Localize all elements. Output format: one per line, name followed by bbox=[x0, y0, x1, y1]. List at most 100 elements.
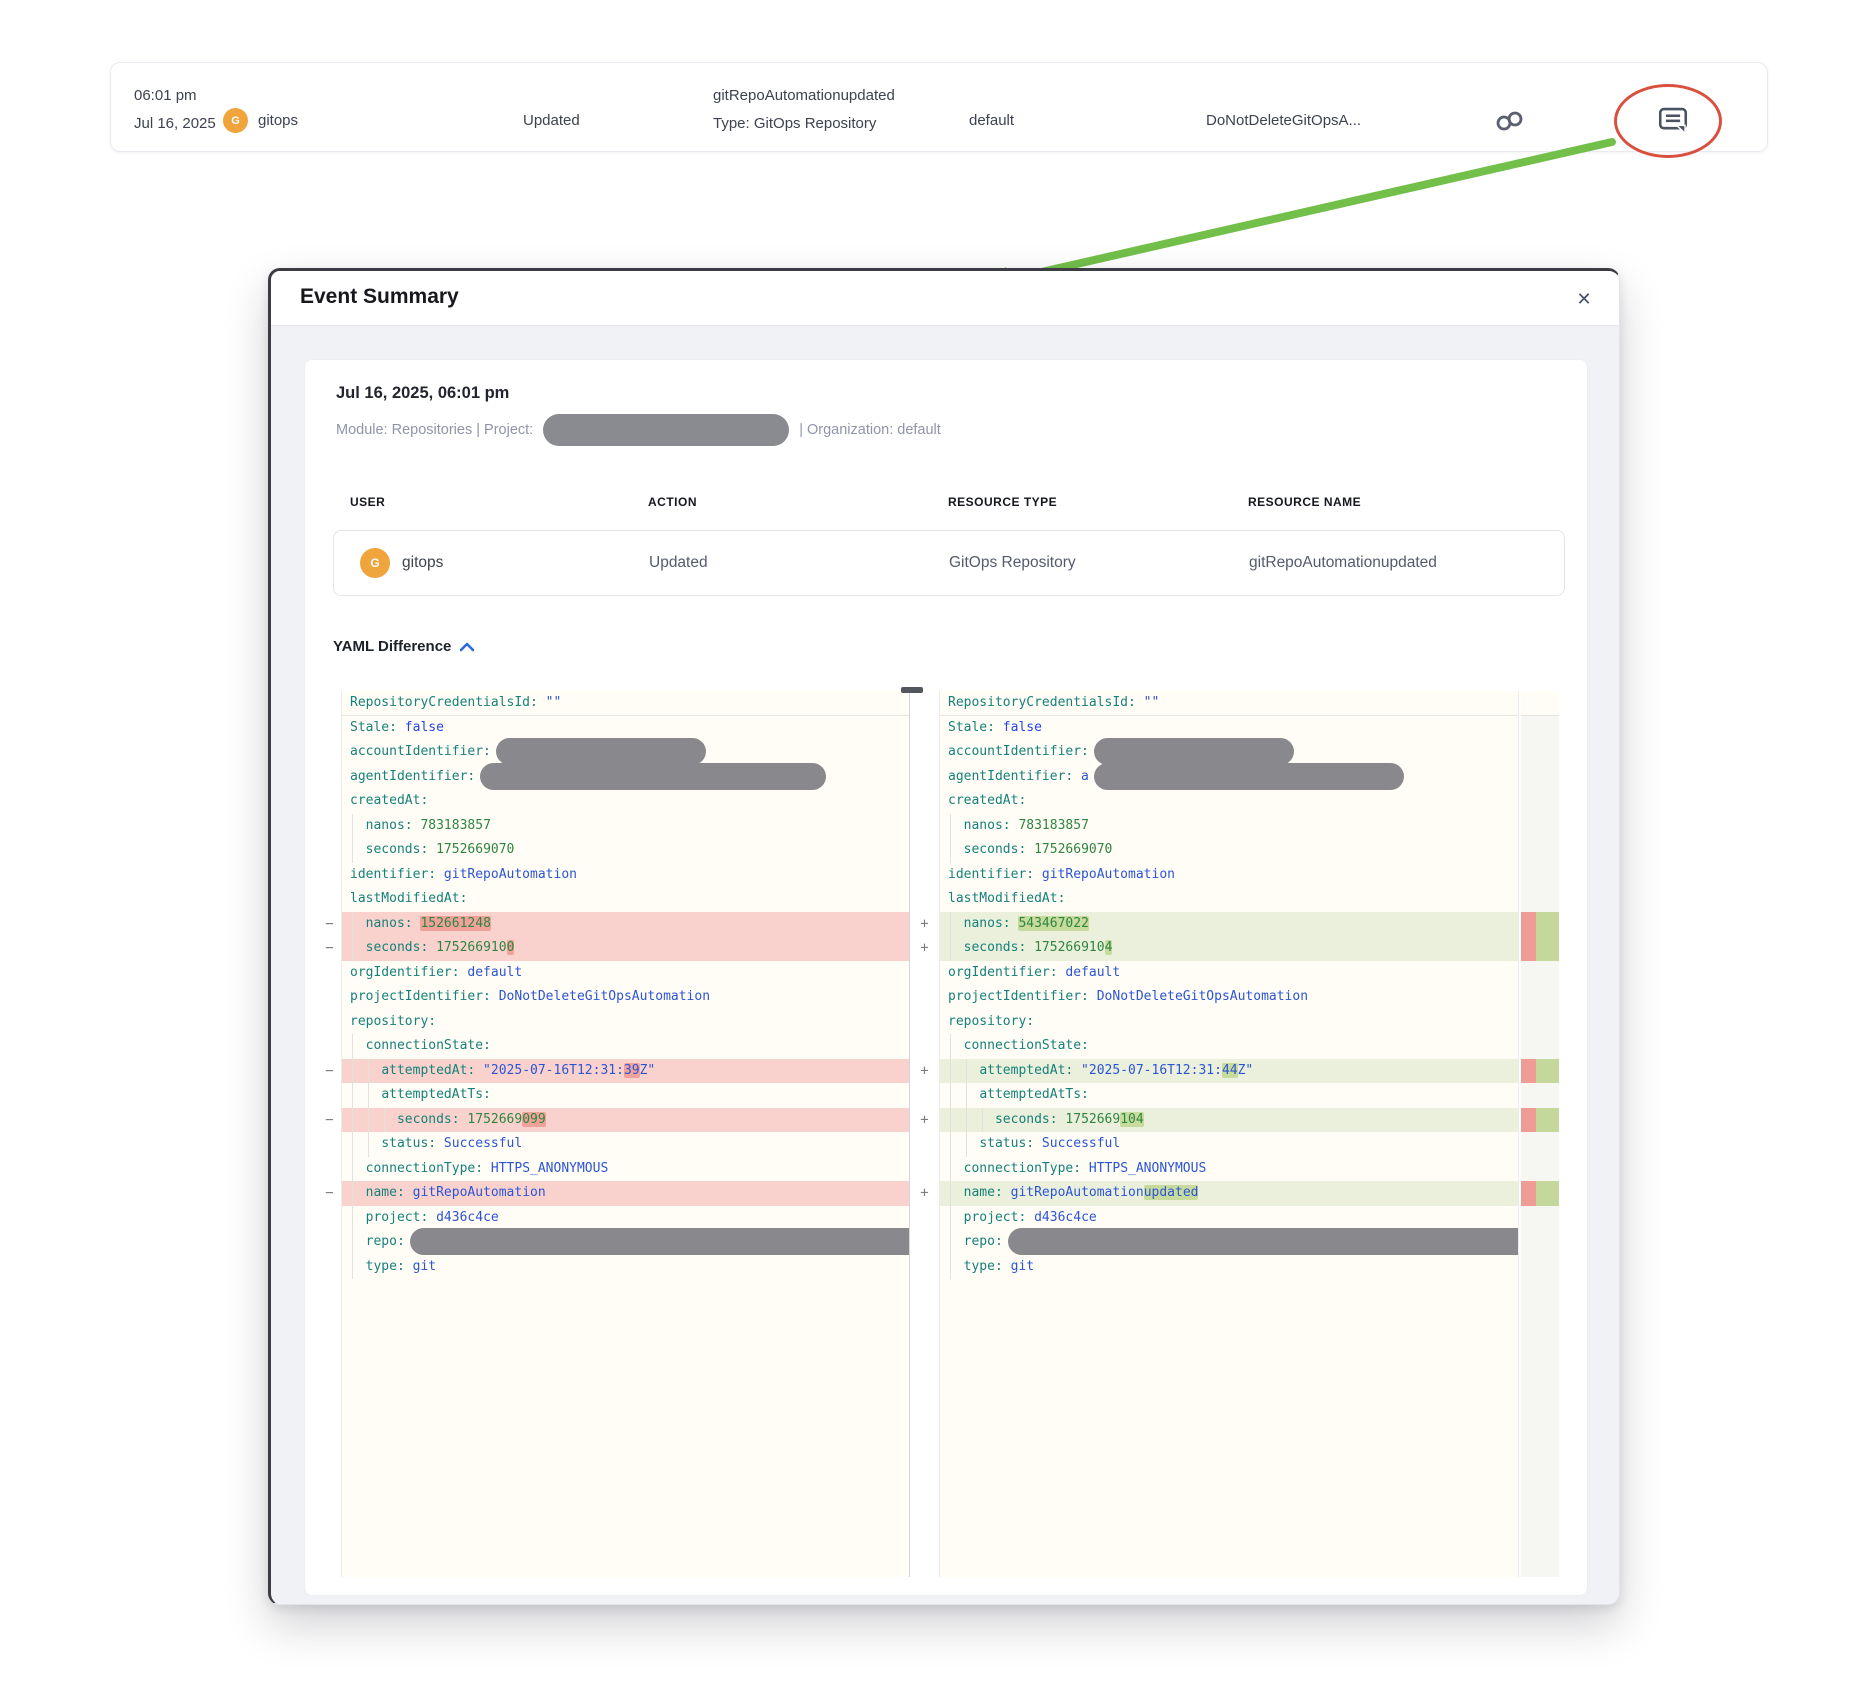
diff-line-left-17: attemptedAtTs: bbox=[342, 1083, 909, 1108]
diff-gutter-right: +++++ bbox=[910, 691, 939, 1577]
event-summary-modal: Event Summary ✕ Jul 16, 2025, 06:01 pm M… bbox=[268, 268, 1620, 1605]
yaml-difference-label: YAML Difference bbox=[333, 638, 451, 655]
minimap-removed-mark bbox=[1521, 1059, 1536, 1084]
indent-guide bbox=[950, 814, 951, 863]
event-meta-organization: | Organization: default bbox=[799, 422, 941, 438]
diff-line-right-21: name: gitRepoAutomationupdated bbox=[940, 1181, 1518, 1206]
minimap-added-mark bbox=[1536, 1108, 1559, 1133]
yaml-difference-toggle[interactable]: YAML Difference bbox=[333, 638, 475, 655]
resource-type-label: Type: GitOps Repository bbox=[713, 115, 876, 132]
diff-gutter-left: −−−−− bbox=[318, 691, 341, 1577]
diff-line-right-2: Stale: false bbox=[940, 716, 1518, 741]
removed-line-marker: − bbox=[318, 936, 341, 961]
diff-line-left-24: type: git bbox=[342, 1255, 909, 1280]
diff-line-left-1: RepositoryCredentialsId: "" bbox=[342, 691, 909, 716]
minimap-removed-mark bbox=[1521, 1108, 1536, 1133]
annotation-red-circle bbox=[1614, 84, 1722, 158]
redacted-value bbox=[410, 1228, 910, 1255]
close-icon[interactable]: ✕ bbox=[1571, 286, 1597, 312]
redacted-project-value bbox=[543, 414, 789, 446]
diff-line-right-19: status: Successful bbox=[940, 1132, 1518, 1157]
link-icon[interactable] bbox=[1494, 108, 1526, 134]
diff-minimap[interactable] bbox=[1521, 691, 1559, 1577]
diff-line-left-10: nanos: 152661248 bbox=[342, 912, 909, 937]
diff-line-right-24: type: git bbox=[940, 1255, 1518, 1280]
diff-line-left-6: nanos: 783183857 bbox=[342, 814, 909, 839]
diff-line-right-4: agentIdentifier: a bbox=[940, 765, 1518, 790]
removed-line-marker: − bbox=[318, 1181, 341, 1206]
diff-line-left-4: agentIdentifier: bbox=[342, 765, 909, 790]
diff-line-left-18: seconds: 1752669099 bbox=[342, 1108, 909, 1133]
redacted-value bbox=[1008, 1228, 1519, 1255]
added-line-marker: + bbox=[910, 1108, 939, 1133]
removed-line-marker: − bbox=[318, 912, 341, 937]
indent-guide bbox=[384, 1108, 385, 1133]
added-line-marker: + bbox=[910, 1181, 939, 1206]
user-name: gitops bbox=[258, 112, 298, 129]
modal-title: Event Summary bbox=[300, 285, 459, 309]
diff-line-left-8: identifier: gitRepoAutomation bbox=[342, 863, 909, 888]
indent-guide bbox=[352, 912, 353, 961]
diff-line-right-6: nanos: 783183857 bbox=[940, 814, 1518, 839]
diff-line-right-3: accountIdentifier: bbox=[940, 740, 1518, 765]
diff-line-left-16: attemptedAt: "2025-07-16T12:31:39Z" bbox=[342, 1059, 909, 1084]
modal-body: Jul 16, 2025, 06:01 pm Module: Repositor… bbox=[271, 326, 1619, 1604]
diff-line-right-8: identifier: gitRepoAutomation bbox=[940, 863, 1518, 888]
avatar-initial: G bbox=[231, 115, 240, 127]
indent-guide bbox=[950, 912, 951, 961]
diff-pane-left[interactable]: RepositoryCredentialsId: ""Stale: falsea… bbox=[341, 691, 910, 1577]
pane-resize-handle[interactable] bbox=[901, 687, 923, 693]
resource-link[interactable]: gitRepoAutomationupdated bbox=[713, 87, 895, 104]
event-time: 06:01 pm bbox=[134, 87, 197, 104]
added-line-marker: + bbox=[910, 912, 939, 937]
diff-pane-right[interactable]: RepositoryCredentialsId: ""Stale: falsea… bbox=[939, 691, 1519, 1577]
audit-log-row[interactable]: 06:01 pm Jul 16, 2025 G gitops Updated g… bbox=[110, 62, 1768, 152]
event-card: Jul 16, 2025, 06:01 pm Module: Repositor… bbox=[304, 359, 1588, 1596]
diff-line-right-16: attemptedAt: "2025-07-16T12:31:44Z" bbox=[940, 1059, 1518, 1084]
indent-guide bbox=[966, 1059, 967, 1157]
redacted-value bbox=[496, 738, 706, 765]
diff-line-right-7: seconds: 1752669070 bbox=[940, 838, 1518, 863]
indent-guide bbox=[368, 1059, 369, 1157]
diff-line-left-13: projectIdentifier: DoNotDeleteGitOpsAuto… bbox=[342, 985, 909, 1010]
diff-line-left-19: status: Successful bbox=[342, 1132, 909, 1157]
indent-guide bbox=[352, 814, 353, 863]
col-header-resource-type: RESOURCE TYPE bbox=[948, 495, 1057, 509]
minimap-removed-mark bbox=[1521, 1181, 1536, 1206]
diff-line-left-20: connectionType: HTTPS_ANONYMOUS bbox=[342, 1157, 909, 1182]
diff-line-left-21: name: gitRepoAutomation bbox=[342, 1181, 909, 1206]
organization-label: default bbox=[969, 112, 1014, 129]
diff-line-right-15: connectionState: bbox=[940, 1034, 1518, 1059]
avatar-initial: G bbox=[370, 556, 379, 570]
minimap-added-mark bbox=[1536, 1059, 1559, 1084]
diff-line-left-9: lastModifiedAt: bbox=[342, 887, 909, 912]
indent-guide bbox=[352, 1034, 353, 1279]
redacted-value bbox=[1094, 738, 1294, 765]
added-line-marker: + bbox=[910, 936, 939, 961]
diff-line-right-5: createdAt: bbox=[940, 789, 1518, 814]
diff-line-right-18: seconds: 1752669104 bbox=[940, 1108, 1518, 1133]
indent-guide bbox=[982, 1108, 983, 1133]
col-header-action: ACTION bbox=[648, 495, 697, 509]
action-label: Updated bbox=[523, 112, 580, 129]
diff-line-right-13: projectIdentifier: DoNotDeleteGitOpsAuto… bbox=[940, 985, 1518, 1010]
diff-line-left-7: seconds: 1752669070 bbox=[342, 838, 909, 863]
diff-line-left-14: repository: bbox=[342, 1010, 909, 1035]
row-resource-name: gitRepoAutomationupdated bbox=[1249, 554, 1437, 572]
redacted-value bbox=[1094, 763, 1404, 790]
diff-line-right-1: RepositoryCredentialsId: "" bbox=[940, 691, 1518, 716]
row-resource-type: GitOps Repository bbox=[949, 554, 1076, 572]
diff-line-left-5: createdAt: bbox=[342, 789, 909, 814]
diff-line-right-17: attemptedAtTs: bbox=[940, 1083, 1518, 1108]
diff-line-left-11: seconds: 1752669100 bbox=[342, 936, 909, 961]
yaml-diff-viewer: −−−−− RepositoryCredentialsId: ""Stale: … bbox=[318, 691, 1559, 1577]
diff-line-right-20: connectionType: HTTPS_ANONYMOUS bbox=[940, 1157, 1518, 1182]
diff-line-right-14: repository: bbox=[940, 1010, 1518, 1035]
diff-line-left-12: orgIdentifier: default bbox=[342, 961, 909, 986]
added-line-marker: + bbox=[910, 1059, 939, 1084]
event-table-row: G gitops Updated GitOps Repository gitRe… bbox=[333, 530, 1565, 596]
diff-line-left-22: project: d436c4ce bbox=[342, 1206, 909, 1231]
user-avatar: G bbox=[223, 108, 248, 133]
event-datetime: Jul 16, 2025, 06:01 pm bbox=[336, 384, 509, 403]
row-user: gitops bbox=[402, 554, 443, 572]
